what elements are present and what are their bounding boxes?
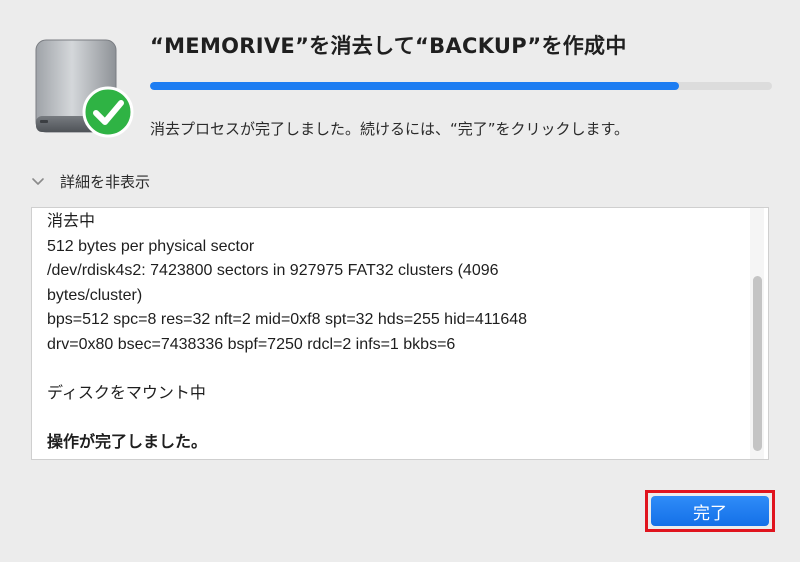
- done-button-highlight: 完了: [645, 490, 775, 532]
- details-log[interactable]: 消去中 512 bytes per physical sector /dev/r…: [31, 207, 769, 460]
- progress-fill: [150, 82, 679, 90]
- log-line: bytes/cluster): [47, 286, 143, 304]
- hide-details-label: 詳細を非表示: [60, 172, 151, 191]
- erase-dialog: “MEMORIVE”を消去して“BACKUP”を作成中 消去プロセスが完了しまし…: [0, 0, 800, 562]
- log-line: drv=0x80 bsec=7438336 bspf=7250 rdcl=2 i…: [47, 335, 456, 353]
- done-button[interactable]: 完了: [651, 496, 769, 526]
- log-line: bps=512 spc=8 res=32 nft=2 mid=0xf8 spt=…: [47, 311, 528, 328]
- erase-progress-bar: [150, 82, 772, 90]
- log-scrollbar[interactable]: [750, 208, 764, 459]
- log-line: 512 bytes per physical sector: [47, 237, 255, 255]
- log-line: 消去中: [47, 213, 96, 230]
- log-text: 消去中 512 bytes per physical sector /dev/r…: [47, 210, 737, 455]
- dialog-title: “MEMORIVE”を消去して“BACKUP”を作成中: [150, 34, 627, 58]
- status-message: 消去プロセスが完了しました。続けるには、“完了”をクリックします。: [150, 120, 630, 138]
- chevron-down-icon: [32, 178, 44, 185]
- checkmark-badge-icon: [82, 86, 134, 138]
- hide-details-toggle[interactable]: 詳細を非表示: [30, 170, 150, 192]
- log-line: ディスクをマウント中: [47, 384, 206, 402]
- log-line: /dev/rdisk4s2: 7423800 sectors in 927975…: [47, 262, 499, 279]
- log-line-complete: 操作が完了しました。: [47, 433, 208, 451]
- scrollbar-thumb[interactable]: [753, 276, 762, 451]
